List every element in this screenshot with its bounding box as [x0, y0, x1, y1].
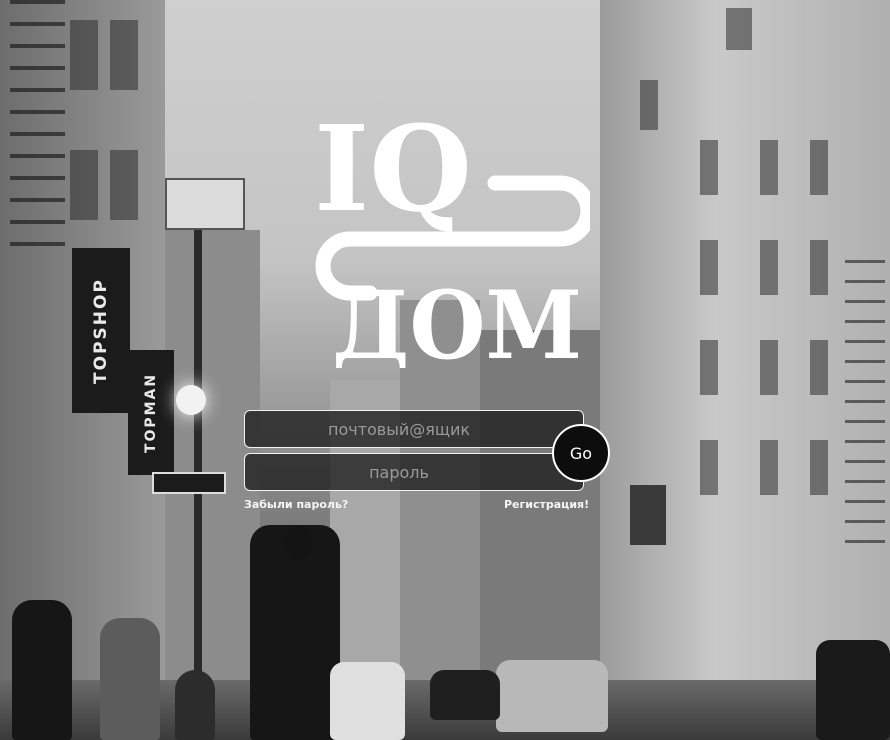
- logo-text-iq: IQ: [314, 99, 472, 238]
- pedestrian: [12, 600, 72, 740]
- topshop-sign: TOPSHOP: [72, 248, 130, 413]
- car: [816, 640, 890, 740]
- street-sign: [165, 178, 245, 230]
- topman-sign: TOPMAN: [128, 350, 174, 475]
- email-input[interactable]: [244, 410, 584, 448]
- register-link[interactable]: Регистрация!: [504, 498, 589, 511]
- logo-text-dom: ДОМ: [332, 271, 582, 368]
- taxi: [496, 660, 608, 732]
- go-button-label: Go: [569, 443, 593, 463]
- pedestrian-head: [283, 525, 313, 559]
- fire-escape: [10, 0, 65, 250]
- distant-building: [480, 330, 610, 700]
- hanging-sign: [630, 485, 666, 545]
- go-button[interactable]: Go: [552, 424, 610, 482]
- car: [430, 670, 500, 720]
- lamp-post: [194, 230, 202, 710]
- pedestrian: [100, 618, 160, 740]
- traffic-light-glow: [176, 385, 206, 415]
- forgot-password-link[interactable]: Забыли пароль?: [244, 498, 348, 511]
- password-input[interactable]: [244, 453, 584, 491]
- fire-escape-right: [845, 260, 885, 560]
- pedestrian: [175, 670, 215, 740]
- one-way-sign: [152, 472, 226, 494]
- car: [330, 662, 405, 740]
- iq-dom-logo: IQ ДОМ: [314, 99, 590, 368]
